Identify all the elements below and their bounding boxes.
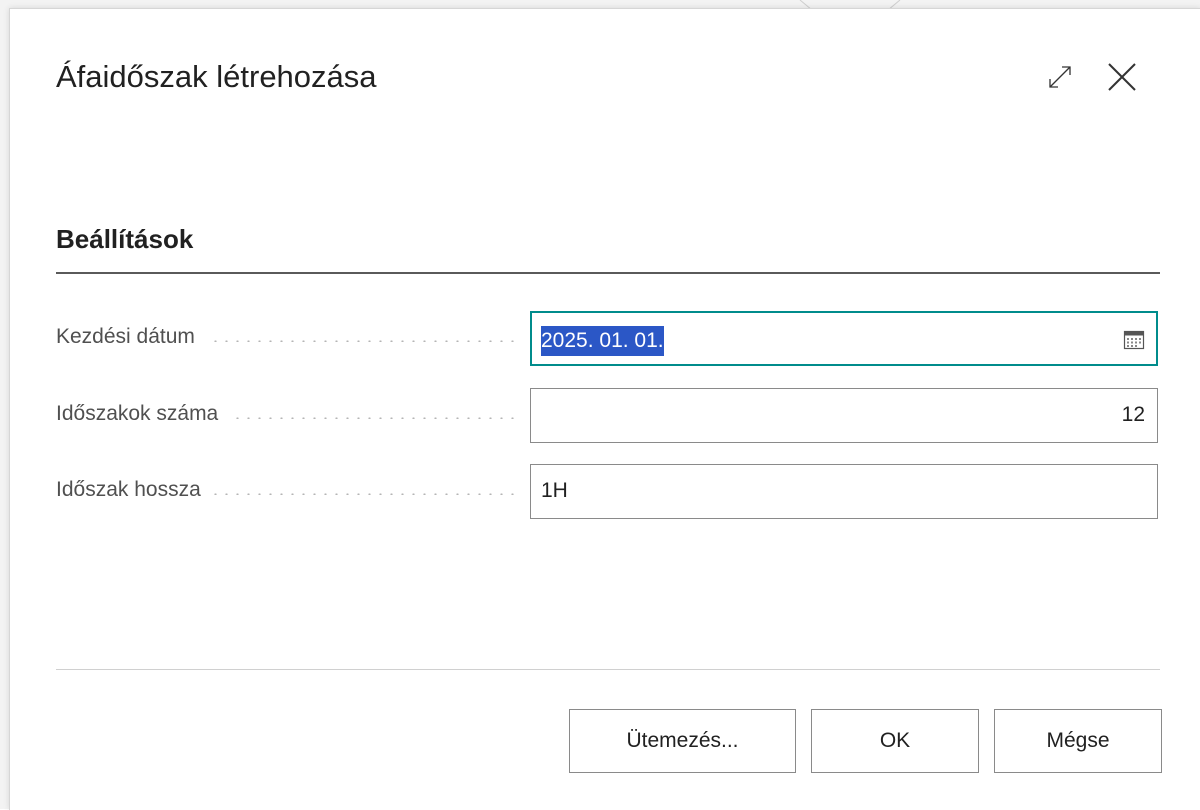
- close-icon[interactable]: [1102, 57, 1142, 97]
- expand-icon[interactable]: [1040, 57, 1080, 97]
- dialog-title: Áfaidőszak létrehozása: [56, 59, 377, 94]
- number-of-periods-label: Időszakok száma: [56, 402, 231, 426]
- calendar-icon[interactable]: [1123, 328, 1145, 350]
- number-of-periods-input[interactable]: 12: [530, 388, 1158, 443]
- period-length-input[interactable]: 1H: [530, 464, 1158, 519]
- period-length-label: Időszak hossza: [56, 478, 213, 502]
- footer-divider: [56, 669, 1160, 670]
- period-length-value: 1H: [541, 479, 568, 502]
- ok-button[interactable]: OK: [811, 709, 979, 773]
- cancel-button[interactable]: Mégse: [994, 709, 1162, 773]
- start-date-input[interactable]: 2025. 01. 01.: [530, 311, 1158, 366]
- field-row-number-of-periods: Időszakok száma 12: [56, 388, 1160, 446]
- section-title-settings: Beállítások: [56, 224, 194, 254]
- create-vat-periods-dialog: Áfaidőszak létrehozása Beállítások Kezdé…: [9, 8, 1200, 810]
- section-divider: [56, 272, 1160, 274]
- start-date-label: Kezdési dátum: [56, 325, 207, 349]
- number-of-periods-value: 12: [1121, 403, 1145, 426]
- field-row-start-date: Kezdési dátum 2025. 01. 01.: [56, 311, 1160, 369]
- start-date-value: 2025. 01. 01.: [541, 326, 664, 356]
- field-row-period-length: Időszak hossza 1H: [56, 464, 1160, 522]
- schedule-button[interactable]: Ütemezés...: [569, 709, 796, 773]
